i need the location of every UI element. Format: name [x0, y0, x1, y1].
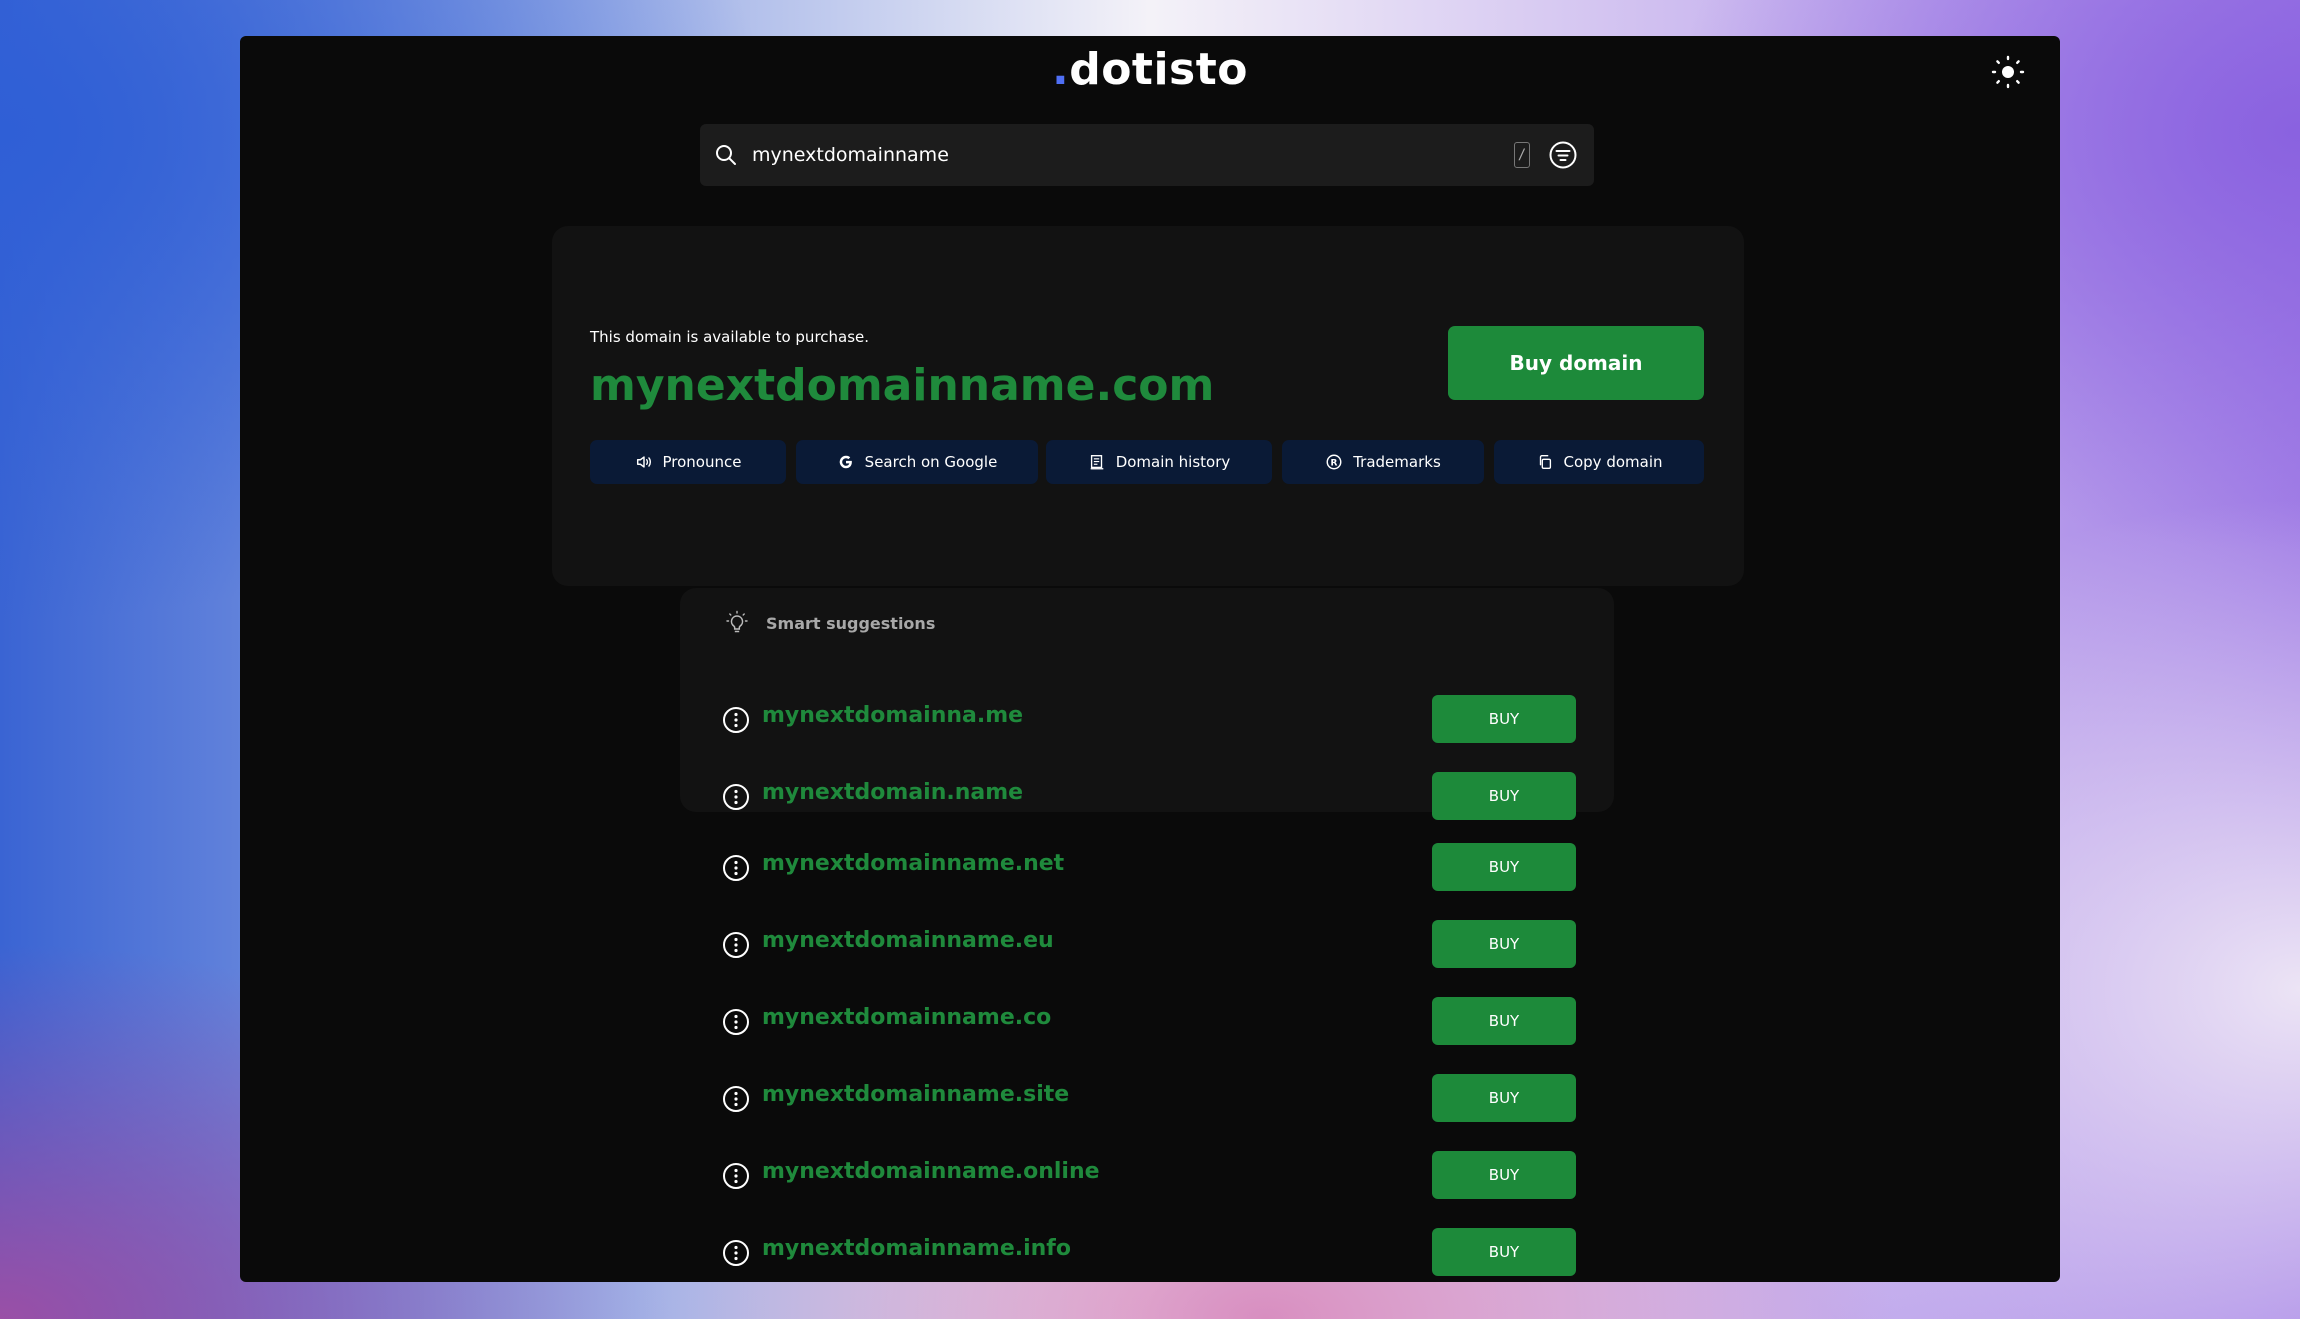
alternative-domain[interactable]: mynextdomainname.eu — [762, 928, 1054, 953]
alternative-row: mynextdomainname.eu BUY — [680, 920, 1614, 968]
alternative-domain[interactable]: mynextdomainname.online — [762, 1159, 1100, 1184]
info-icon[interactable] — [722, 1008, 750, 1036]
theme-toggle-button[interactable] — [1988, 52, 2028, 92]
buy-button[interactable]: BUY — [1432, 843, 1576, 891]
alternative-domain[interactable]: mynextdomainname.site — [762, 1082, 1069, 1107]
alternative-row: mynextdomainname.info BUY — [680, 1228, 1614, 1276]
sun-icon — [1991, 55, 2025, 89]
buy-button[interactable]: BUY — [1432, 920, 1576, 968]
alternative-row: mynextdomainname.online BUY — [680, 1151, 1614, 1199]
info-icon[interactable] — [722, 1085, 750, 1113]
buy-button[interactable]: BUY — [1432, 1228, 1576, 1276]
alternative-domain[interactable]: mynextdomainname.co — [762, 1005, 1051, 1030]
alternative-row: mynextdomainname.co BUY — [680, 997, 1614, 1045]
info-icon[interactable] — [722, 931, 750, 959]
info-icon[interactable] — [722, 854, 750, 882]
alternative-domain[interactable]: mynextdomainname.net — [762, 851, 1064, 876]
alternative-row: mynextdomainname.site BUY — [680, 1074, 1614, 1122]
alternatives-list: mynextdomainname.net BUY mynextdomainnam… — [680, 36, 1614, 1282]
info-icon[interactable] — [722, 1239, 750, 1267]
app-window: .dotisto / This domain is ava — [240, 36, 2060, 1282]
speaker-icon — [636, 456, 651, 468]
buy-button[interactable]: BUY — [1432, 997, 1576, 1045]
buy-button[interactable]: BUY — [1432, 1074, 1576, 1122]
info-icon[interactable] — [722, 1162, 750, 1190]
alternative-row: mynextdomainname.net BUY — [680, 843, 1614, 891]
alternative-domain[interactable]: mynextdomainname.info — [762, 1236, 1071, 1261]
buy-button[interactable]: BUY — [1432, 1151, 1576, 1199]
